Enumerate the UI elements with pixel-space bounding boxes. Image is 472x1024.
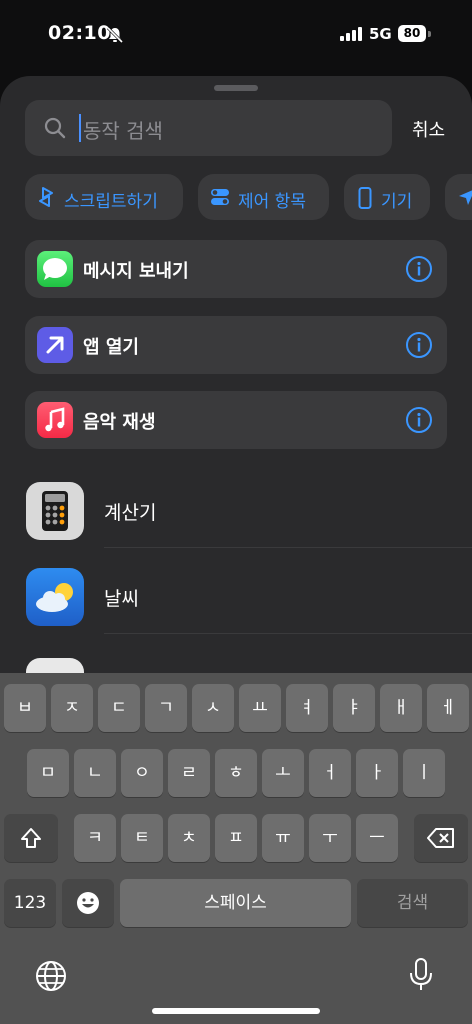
shortcut-icon xyxy=(39,187,53,207)
network-type: 5G xyxy=(369,25,392,43)
key[interactable]: ㅍ xyxy=(215,814,257,862)
globe-icon[interactable] xyxy=(35,960,67,992)
app-weather[interactable]: 날씨 xyxy=(0,558,472,634)
info-icon[interactable] xyxy=(405,331,433,359)
action-play-music[interactable]: 음악 재생 xyxy=(25,391,447,449)
key[interactable]: ㅑ xyxy=(333,684,375,732)
bell-slash-icon xyxy=(106,26,124,44)
action-send-message[interactable]: 메시지 보내기 xyxy=(25,240,447,298)
battery-cap xyxy=(428,31,431,37)
key[interactable]: ㅡ xyxy=(356,814,398,862)
cancel-button[interactable]: 취소 xyxy=(412,116,445,142)
location-arrow-icon xyxy=(459,190,472,205)
key[interactable]: ㅌ xyxy=(121,814,163,862)
music-icon xyxy=(37,402,73,438)
battery-icon: 80 xyxy=(398,25,426,42)
key[interactable]: ㅈ xyxy=(51,684,93,732)
info-icon[interactable] xyxy=(405,255,433,283)
delete-icon xyxy=(427,828,454,848)
key[interactable]: ㅐ xyxy=(380,684,422,732)
arrow-up-right-icon xyxy=(37,327,73,363)
status-bar: 02:10 5G 80 xyxy=(0,0,472,72)
action-label: 음악 재생 xyxy=(83,412,156,433)
divider xyxy=(104,547,472,548)
info-icon[interactable] xyxy=(405,406,433,434)
divider xyxy=(104,633,472,634)
key[interactable]: ㅔ xyxy=(427,684,469,732)
key[interactable]: ㅋ xyxy=(74,814,116,862)
delete-key[interactable] xyxy=(414,814,468,862)
key[interactable]: ㅛ xyxy=(239,684,281,732)
emoji-key[interactable] xyxy=(62,879,114,927)
space-key[interactable]: 스페이스 xyxy=(120,879,351,927)
key[interactable]: ㅏ xyxy=(356,749,398,797)
action-label: 메시지 보내기 xyxy=(83,261,189,282)
chip-label: 기기 xyxy=(381,192,413,212)
signal-icon xyxy=(340,27,362,41)
key[interactable]: ㅕ xyxy=(286,684,328,732)
action-open-app[interactable]: 앱 열기 xyxy=(25,316,447,374)
microphone-icon[interactable] xyxy=(408,957,434,993)
search-key[interactable]: 검색 xyxy=(357,879,468,927)
calculator-icon xyxy=(26,482,84,540)
toggle-icon xyxy=(211,189,229,205)
korean-keyboard: ㅂ ㅈ ㄷ ㄱ ㅅ ㅛ ㅕ ㅑ ㅐ ㅔ ㅁ ㄴ ㅇ ㄹ ㅎ ㅗ ㅓ ㅏ ㅣ ㅋ … xyxy=(0,673,472,1024)
key[interactable]: ㅜ xyxy=(309,814,351,862)
chip-location[interactable] xyxy=(445,174,472,220)
phone-icon xyxy=(358,187,372,209)
numbers-key[interactable]: 123 xyxy=(4,879,56,927)
chip-device[interactable]: 기기 xyxy=(344,174,430,220)
weather-icon xyxy=(26,568,84,626)
key[interactable]: ㅓ xyxy=(309,749,351,797)
shift-icon xyxy=(21,828,41,848)
chip-controls[interactable]: 제어 항목 xyxy=(198,174,329,220)
key[interactable]: ㄴ xyxy=(74,749,116,797)
key[interactable]: ㅣ xyxy=(403,749,445,797)
key[interactable]: ㅊ xyxy=(168,814,210,862)
key[interactable]: ㅅ xyxy=(192,684,234,732)
clock: 02:10 xyxy=(48,22,111,44)
emoji-icon xyxy=(77,892,99,914)
home-indicator[interactable] xyxy=(152,1008,320,1014)
chip-label: 제어 항목 xyxy=(238,192,306,212)
search-placeholder: 동작 검색 xyxy=(83,119,163,143)
app-label: 계산기 xyxy=(104,502,157,524)
key[interactable]: ㄹ xyxy=(168,749,210,797)
key[interactable]: ㅂ xyxy=(4,684,46,732)
category-chips: 스크립트하기 제어 항목 기기 xyxy=(25,174,472,220)
sheet-grabber[interactable] xyxy=(214,85,258,91)
key[interactable]: ㄱ xyxy=(145,684,187,732)
action-label: 앱 열기 xyxy=(83,337,139,358)
search-icon xyxy=(44,117,66,139)
key[interactable]: ㅇ xyxy=(121,749,163,797)
messages-icon xyxy=(37,251,73,287)
key[interactable]: ㅗ xyxy=(262,749,304,797)
key[interactable]: ㄷ xyxy=(98,684,140,732)
chip-label: 스크립트하기 xyxy=(64,192,158,212)
key[interactable]: ㅠ xyxy=(262,814,304,862)
shift-key[interactable] xyxy=(4,814,58,862)
app-label: 날씨 xyxy=(104,588,139,610)
app-calculator[interactable]: 계산기 xyxy=(0,472,472,548)
key[interactable]: ㅎ xyxy=(215,749,257,797)
chip-scripting[interactable]: 스크립트하기 xyxy=(25,174,183,220)
search-field[interactable]: 동작 검색 xyxy=(25,100,392,156)
key[interactable]: ㅁ xyxy=(27,749,69,797)
text-caret xyxy=(79,114,81,142)
